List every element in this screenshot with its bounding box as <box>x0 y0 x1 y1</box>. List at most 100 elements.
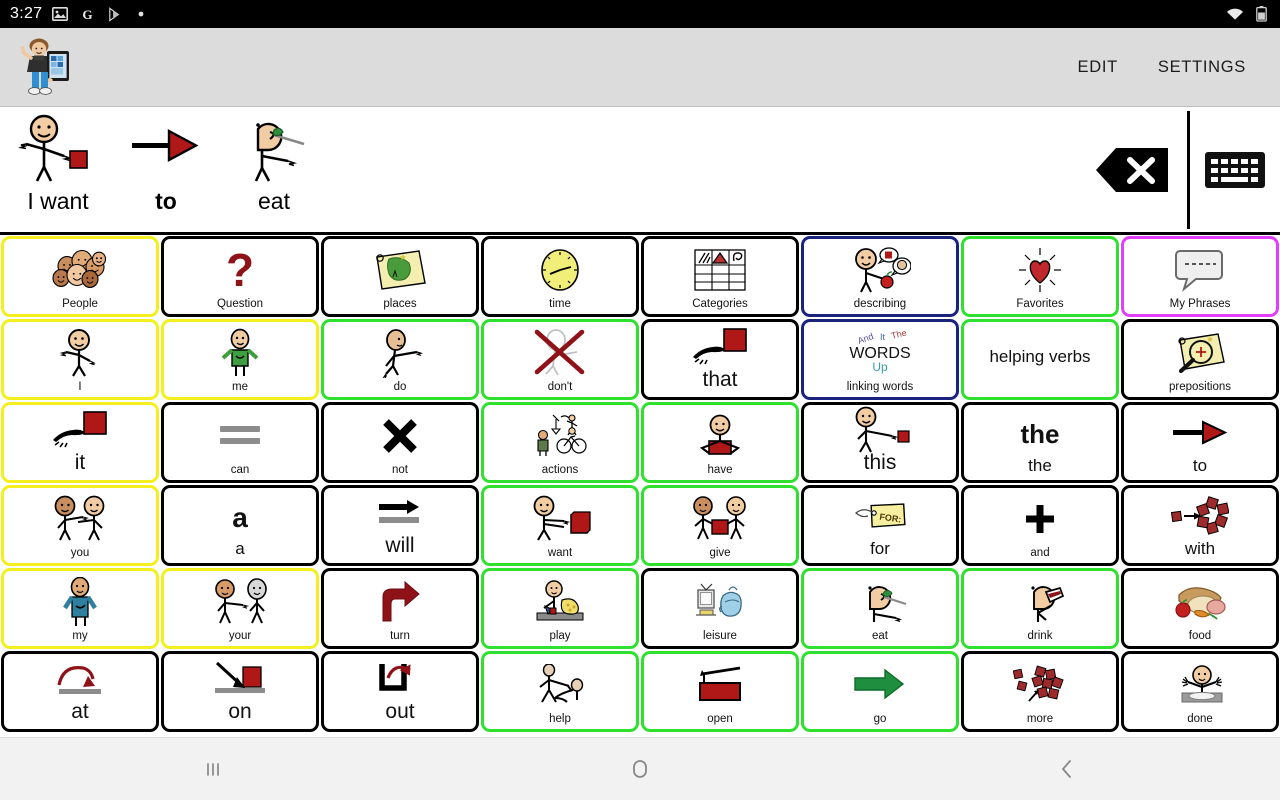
symbol-cell-i[interactable]: I <box>1 319 159 400</box>
symbol-cell-label: will <box>385 534 415 557</box>
symbol-cell-linking-words[interactable]: And It The WORDS Up linking words <box>801 319 959 400</box>
symbol-cell-done[interactable]: done <box>1121 651 1279 732</box>
backspace-delete-icon[interactable] <box>1079 145 1187 195</box>
symbol-cell-label: my <box>72 629 88 642</box>
symbol-cell-want[interactable]: want <box>481 485 639 566</box>
symbol-cell-label: not <box>392 463 408 476</box>
symbol-cell-will[interactable]: will <box>321 485 479 566</box>
symbol-cell-people[interactable]: People <box>1 236 159 317</box>
symbol-cell-that[interactable]: that <box>641 319 799 400</box>
symbol-cell-help[interactable]: help <box>481 651 639 732</box>
person-pointing-other-icon <box>164 571 316 631</box>
symbol-cell-go[interactable]: go <box>801 651 959 732</box>
person-pointing-small-red-square-icon <box>804 405 956 453</box>
message-item[interactable]: I want <box>4 111 112 229</box>
equals-gray-bars-icon <box>164 405 316 465</box>
symbol-cell-do[interactable]: do <box>321 319 479 400</box>
app-header-bar: EDIT SETTINGS <box>0 28 1280 107</box>
symbol-cell-drink[interactable]: drink <box>961 568 1119 649</box>
symbol-cell-and[interactable]: and <box>961 485 1119 566</box>
symbol-cell-you[interactable]: you <box>1 485 159 566</box>
symbol-cell-turn[interactable]: turn <box>321 568 479 649</box>
symbol-cell-label: for <box>870 539 890 558</box>
symbol-cell-prepositions[interactable]: prepositions <box>1121 319 1279 400</box>
tv-and-chair-icon <box>644 571 796 631</box>
wifi-icon <box>1226 5 1244 23</box>
symbol-cell-label: time <box>549 297 571 310</box>
symbol-cell-your[interactable]: your <box>161 568 319 649</box>
settings-button[interactable]: SETTINGS <box>1138 44 1266 91</box>
symbol-cell-my[interactable]: my <box>1 568 159 649</box>
symbol-cell-don-t[interactable]: don't <box>481 319 639 400</box>
svg-text:?: ? <box>226 248 254 292</box>
symbol-cell-my-phrases[interactable]: My Phrases <box>1121 236 1279 317</box>
symbol-cell-can[interactable]: can <box>161 402 319 483</box>
symbol-cell-to[interactable]: to <box>1121 402 1279 483</box>
symbol-cell-describing[interactable]: describing <box>801 236 959 317</box>
message-item[interactable]: to <box>112 111 220 229</box>
symbol-cell-label: out <box>385 700 415 723</box>
sentence-message-bar[interactable]: I want to eat <box>0 107 1280 235</box>
keyboard-icon[interactable] <box>1190 147 1280 193</box>
crossed-out-person-icon <box>484 322 636 382</box>
symbol-cell-question[interactable]: ? Question <box>161 236 319 317</box>
symbol-cell-open[interactable]: open <box>641 651 799 732</box>
symbol-cell-this[interactable]: this <box>801 402 959 483</box>
symbol-cell-out[interactable]: out <box>321 651 479 732</box>
symbol-cell-play[interactable]: play <box>481 568 639 649</box>
message-item[interactable]: eat <box>220 111 328 229</box>
symbol-cell-label: Question <box>216 297 264 310</box>
svg-text:Up: Up <box>872 360 888 374</box>
symbol-cell-label: helping verbs <box>989 347 1091 366</box>
message-item-label: to <box>155 188 177 214</box>
image-icon <box>51 5 69 23</box>
symbol-cell-not[interactable]: not <box>321 402 479 483</box>
symbol-cell-label: help <box>549 712 571 725</box>
symbol-cell-time[interactable]: time <box>481 236 639 317</box>
symbol-cell-label: this <box>863 451 897 474</box>
symbol-cell-places[interactable]: places <box>321 236 479 317</box>
symbol-cell-leisure[interactable]: leisure <box>641 568 799 649</box>
symbol-cell-label: done <box>1187 712 1213 725</box>
symbol-grid[interactable]: People? Question places time Categories descr… <box>0 235 1280 737</box>
app-screen: 3:27 G EDIT SETTINGS I want to eat Peopl… <box>0 0 1280 800</box>
symbol-cell-actions[interactable]: actions <box>481 402 639 483</box>
symbol-cell-label: Categories <box>692 297 748 310</box>
status-bar-right <box>1226 5 1270 23</box>
recents-icon[interactable] <box>158 745 268 793</box>
symbol-cell-give[interactable]: give <box>641 485 799 566</box>
status-bar-left: 3:27 G <box>10 5 150 23</box>
symbol-cell-have[interactable]: have <box>641 402 799 483</box>
person-drinking-cup-icon <box>964 571 1116 631</box>
back-icon[interactable] <box>1012 745 1122 793</box>
symbol-cell-label: can <box>230 463 250 476</box>
symbol-cell-for[interactable]: FOR: for <box>801 485 959 566</box>
symbol-cell-me[interactable]: me <box>161 319 319 400</box>
symbol-cell-helping-verbs[interactable]: helping verbs <box>961 319 1119 400</box>
edit-button[interactable]: EDIT <box>1058 44 1138 91</box>
home-icon[interactable] <box>585 745 695 793</box>
symbol-cell-a[interactable]: aa <box>161 485 319 566</box>
words-up-wordcard-icon: And It The WORDS Up <box>804 322 956 382</box>
arrow-out-of-container-icon <box>324 654 476 701</box>
symbol-cell-it[interactable]: it <box>1 402 159 483</box>
symbol-cell-categories[interactable]: Categories <box>641 236 799 317</box>
symbol-cell-favorites[interactable]: Favorites <box>961 236 1119 317</box>
message-window[interactable]: I want to eat <box>0 107 1079 232</box>
symbol-cell-label: a <box>235 539 245 558</box>
symbol-cell-eat[interactable]: eat <box>801 568 959 649</box>
symbol-cell-on[interactable]: on <box>161 651 319 732</box>
symbol-cell-food[interactable]: food <box>1121 568 1279 649</box>
app-header-actions: EDIT SETTINGS <box>1058 44 1280 91</box>
symbol-cell-label: at <box>71 700 89 723</box>
hand-pointing-red-square-icon <box>644 322 796 369</box>
red-blocks-arrow-joining-icon <box>1124 488 1276 540</box>
symbol-cell-label: you <box>70 546 90 559</box>
symbol-cell-label: it <box>74 451 86 474</box>
symbol-cell-at[interactable]: at <box>1 651 159 732</box>
symbol-cell-with[interactable]: with <box>1121 485 1279 566</box>
symbol-cell-the[interactable]: the the <box>961 402 1119 483</box>
symbol-cell-label: places <box>383 297 417 310</box>
person-describing-apple-icon <box>804 239 956 299</box>
symbol-cell-more[interactable]: more <box>961 651 1119 732</box>
